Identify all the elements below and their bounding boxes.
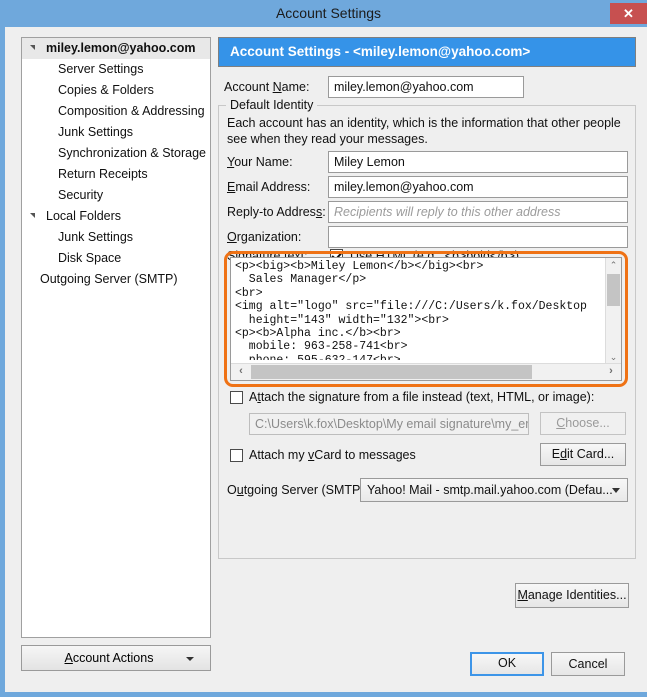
account-settings-dialog: Account Settings ✕ miley.lemon@yahoo.com… (0, 0, 647, 697)
sidebar-item-label: Return Receipts (58, 167, 148, 181)
window-title: Account Settings (275, 5, 382, 21)
account-actions-button[interactable]: Account Actions (21, 645, 211, 671)
account-actions-text: ccount Actions (72, 651, 154, 665)
sidebar-item-label: Junk Settings (58, 230, 134, 244)
outgoing-server-label: Outgoing Server (SMTP): (227, 483, 369, 497)
twisty-expanded-icon[interactable] (30, 45, 35, 50)
signature-textarea-value: <p><big><b>Miley Lemon</b></big><br> Sal… (235, 260, 587, 360)
attach-vcard-checkbox[interactable] (230, 449, 243, 462)
horizontal-scroll-thumb[interactable] (251, 365, 532, 379)
sidebar-item-label: miley.lemon@yahoo.com (46, 41, 196, 55)
sidebar-item-security[interactable]: Security (22, 185, 210, 206)
sidebar-item-label: Copies & Folders (58, 83, 154, 97)
pane-title: Account Settings - <miley.lemon@yahoo.co… (218, 37, 636, 67)
sidebar-item-return-receipts[interactable]: Return Receipts (22, 164, 210, 185)
sidebar-item-label: Junk Settings (58, 125, 134, 139)
scroll-left-icon[interactable]: ‹ (233, 364, 249, 380)
scroll-right-icon[interactable]: › (603, 364, 619, 380)
reply-to-address-input[interactable]: Recipients will reply to this other addr… (328, 201, 628, 223)
sidebar-item-composition-addressing[interactable]: Composition & Addressing (22, 101, 210, 122)
chevron-down-icon (186, 657, 194, 661)
sidebar-item-label: Composition & Addressing (58, 104, 205, 118)
sidebar-item-outgoing-server[interactable]: Outgoing Server (SMTP) (22, 269, 210, 290)
sidebar-item-server-settings[interactable]: Server Settings (22, 59, 210, 80)
sidebar-item-junk-settings[interactable]: Junk Settings (22, 122, 210, 143)
sidebar-item-label: Outgoing Server (SMTP) (40, 272, 178, 286)
ok-button[interactable]: OK (470, 652, 544, 676)
close-icon[interactable]: ✕ (610, 3, 647, 24)
sidebar-item-synchronization-storage[interactable]: Synchronization & Storage (22, 143, 210, 164)
default-identity-description: Each account has an identity, which is t… (227, 116, 621, 146)
vertical-scroll-thumb[interactable] (607, 274, 620, 306)
attach-vcard-label[interactable]: Attach my vCard to messages (249, 448, 416, 462)
email-address-input[interactable]: miley.lemon@yahoo.com (328, 176, 628, 198)
your-name-input[interactable]: Miley Lemon (328, 151, 628, 173)
sidebar-item-local-junk-settings[interactable]: Junk Settings (22, 227, 210, 248)
settings-pane: Account Settings - <miley.lemon@yahoo.co… (218, 37, 636, 638)
sidebar-item-local-folders[interactable]: Local Folders (22, 206, 210, 227)
cancel-button[interactable]: Cancel (551, 652, 625, 676)
signature-file-path-input[interactable]: C:\Users\k.fox\Desktop\My email signatur… (249, 413, 529, 435)
scroll-up-icon[interactable]: ⌃ (606, 258, 621, 272)
signature-horizontal-scrollbar[interactable]: ‹ › (231, 363, 621, 380)
sidebar-item-account[interactable]: miley.lemon@yahoo.com (22, 38, 210, 59)
sidebar-item-label: Security (58, 188, 104, 202)
email-address-label: Email Address: (227, 180, 311, 194)
sidebar-item-label: Disk Space (58, 251, 122, 265)
sidebar-item-label: Server Settings (58, 62, 144, 76)
manage-identities-button[interactable]: Manage Identities... (515, 583, 629, 608)
account-actions-label: Account Actions (22, 646, 210, 670)
sidebar-item-label: Synchronization & Storage (58, 146, 207, 160)
title-bar: Account Settings ✕ (5, 0, 647, 27)
edit-card-button[interactable]: Edit Card... (540, 443, 626, 466)
account-name-input[interactable]: miley.lemon@yahoo.com (328, 76, 524, 98)
account-actions-mnemonic: A (64, 651, 73, 665)
accounts-tree[interactable]: miley.lemon@yahoo.com Server Settings Co… (21, 37, 211, 638)
your-name-label: Your Name: (227, 155, 293, 169)
twisty-expanded-icon[interactable] (30, 213, 35, 218)
attach-signature-file-checkbox[interactable] (230, 391, 243, 404)
reply-to-address-label: Reply-to Address: (227, 205, 326, 219)
chevron-down-icon (612, 488, 620, 493)
organization-input[interactable] (328, 226, 628, 248)
outgoing-server-value: Yahoo! Mail - smtp.mail.yahoo.com (Defau… (367, 483, 613, 497)
attach-signature-file-label[interactable]: Attach the signature from a file instead… (249, 390, 594, 404)
outgoing-server-select[interactable]: Yahoo! Mail - smtp.mail.yahoo.com (Defau… (360, 478, 628, 502)
sidebar-item-label: Local Folders (46, 209, 122, 223)
account-name-label: Account Name: (224, 80, 310, 94)
sidebar-item-disk-space[interactable]: Disk Space (22, 248, 210, 269)
signature-textarea[interactable]: <p><big><b>Miley Lemon</b></big><br> Sal… (230, 257, 622, 381)
signature-vertical-scrollbar[interactable]: ⌃ ⌄ (605, 258, 621, 364)
scroll-down-icon[interactable]: ⌄ (606, 350, 621, 364)
organization-label: Organization: (227, 230, 302, 244)
dialog-client-area: miley.lemon@yahoo.com Server Settings Co… (10, 27, 647, 692)
sidebar-item-copies-folders[interactable]: Copies & Folders (22, 80, 210, 101)
choose-button[interactable]: Choose... (540, 412, 626, 435)
default-identity-title: Default Identity (226, 98, 318, 112)
